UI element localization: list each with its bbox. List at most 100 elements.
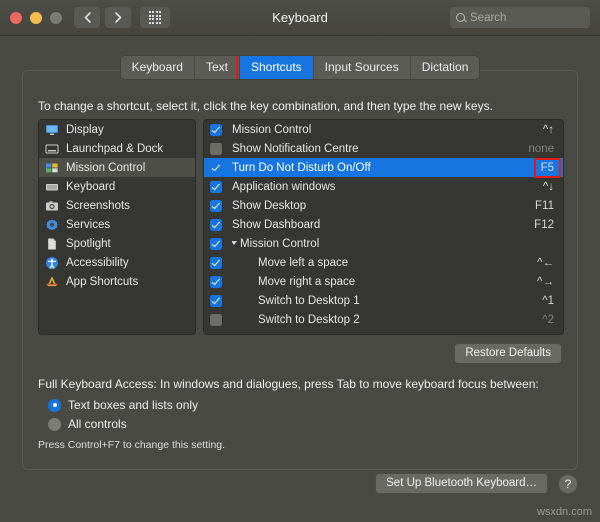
shortcut-group-mission-control[interactable]: Mission Control	[204, 234, 563, 253]
shortcut-row-show-dashboard[interactable]: Show Dashboard F12	[204, 215, 563, 234]
shortcut-label: Move right a space	[258, 275, 356, 288]
shortcut-key[interactable]: F5	[533, 157, 561, 178]
services-gear-icon	[46, 219, 58, 230]
accessibility-icon	[46, 256, 58, 269]
restore-defaults-button[interactable]: Restore Defaults	[454, 343, 562, 364]
radio-all-controls[interactable]: All controls	[48, 417, 127, 431]
instructions-text: To change a shortcut, select it, click t…	[38, 99, 493, 113]
sidebar-item-launchpad-and-dock[interactable]: Launchpad & Dock	[39, 139, 195, 158]
forward-button[interactable]	[105, 7, 131, 28]
shortcut-row-move-right-a-space[interactable]: Move right a space ^→	[204, 272, 563, 291]
shortcut-label: Move left a space	[258, 256, 349, 269]
radio-button[interactable]	[48, 417, 61, 431]
disclosure-triangle-icon[interactable]	[232, 240, 237, 245]
app-shortcuts-icon	[46, 275, 58, 286]
sidebar-item-keyboard[interactable]: Keyboard	[39, 177, 195, 196]
tab-shortcuts[interactable]: Shortcuts	[235, 56, 317, 79]
help-button[interactable]: ?	[558, 473, 578, 494]
shortcut-checkbox[interactable]	[210, 199, 222, 212]
tab-bar: Keyboard Text Shortcuts Input Sources Di…	[0, 56, 600, 79]
tab-keyboard[interactable]: Keyboard	[120, 56, 195, 79]
sidebar-item-label: App Shortcuts	[66, 275, 139, 288]
search-icon	[456, 13, 465, 22]
shortcut-row-show-desktop[interactable]: Show Desktop F11	[204, 196, 563, 215]
sidebar-item-spotlight[interactable]: Spotlight	[39, 234, 195, 253]
watermark: wsxdn.com	[536, 506, 592, 518]
shortcuts-panel: To change a shortcut, select it, click t…	[22, 70, 578, 470]
sidebar-item-label: Screenshots	[66, 199, 130, 212]
sidebar-item-label: Keyboard	[66, 180, 116, 193]
search-field[interactable]	[450, 7, 590, 28]
keyboard-icon	[46, 183, 58, 190]
shortcut-checkbox[interactable]	[210, 218, 222, 231]
shortcut-key[interactable]: F12	[534, 219, 554, 231]
sidebar-item-screenshots[interactable]: Screenshots	[39, 196, 195, 215]
shortcut-row-switch-to-desktop-2[interactable]: Switch to Desktop 2 ^2	[204, 310, 563, 329]
back-button[interactable]	[74, 7, 100, 28]
shortcut-row-switch-to-desktop-1[interactable]: Switch to Desktop 1 ^1	[204, 291, 563, 310]
shortcut-key[interactable]: ^↑	[543, 124, 554, 136]
shortcut-key[interactable]: ^→	[537, 276, 554, 288]
shortcut-label: Switch to Desktop 2	[258, 313, 360, 326]
sidebar-item-display[interactable]: Display	[39, 120, 195, 139]
tab-label: Dictation	[421, 60, 469, 74]
shortcut-checkbox[interactable]	[210, 275, 222, 288]
shortcut-key[interactable]: F11	[535, 200, 554, 212]
shortcut-group-label: Mission Control	[232, 238, 554, 250]
sidebar-item-label: Display	[66, 123, 104, 136]
shortcut-checkbox[interactable]	[210, 256, 222, 269]
grid-icon	[148, 11, 162, 24]
sidebar-item-label: Mission Control	[66, 161, 146, 174]
shortcut-label: Application windows	[232, 180, 336, 193]
tab-input-sources[interactable]: Input Sources	[313, 56, 411, 79]
shortcut-row-mission-control[interactable]: Mission Control ^↑	[204, 120, 563, 139]
search-input[interactable]	[470, 11, 584, 24]
shortcut-checkbox[interactable]	[210, 313, 222, 326]
shortcut-key[interactable]: ^2	[542, 314, 554, 326]
shortcut-key[interactable]: ^↓	[543, 181, 554, 193]
shortcut-row-move-left-a-space[interactable]: Move left a space ^←	[204, 253, 563, 272]
tab-label: Shortcuts	[250, 60, 302, 74]
tabs: Keyboard Text Shortcuts Input Sources Di…	[120, 56, 480, 79]
radio-label: Text boxes and lists only	[68, 398, 199, 412]
sidebar-item-label: Services	[66, 218, 111, 231]
sidebar-item-accessibility[interactable]: Accessibility	[39, 253, 195, 272]
radio-text-boxes-and-lists-only[interactable]: Text boxes and lists only	[48, 398, 198, 412]
shortcut-key[interactable]: ^←	[537, 257, 554, 269]
sidebar-item-app-shortcuts[interactable]: App Shortcuts	[39, 272, 195, 291]
shortcut-row-application-windows[interactable]: Application windows ^↓	[204, 177, 563, 196]
radio-label: All controls	[68, 417, 127, 431]
close-button[interactable]	[10, 11, 22, 24]
sidebar-item-services[interactable]: Services	[39, 215, 195, 234]
chevron-right-icon	[114, 12, 121, 23]
tab-dictation[interactable]: Dictation	[410, 56, 480, 79]
sidebar-item-label: Launchpad & Dock	[66, 142, 164, 155]
tab-label: Input Sources	[324, 60, 399, 74]
set-up-bluetooth-keyboard-button[interactable]: Set Up Bluetooth Keyboard…	[375, 473, 548, 494]
shortcut-checkbox[interactable]	[210, 180, 222, 193]
window-titlebar: Keyboard	[0, 0, 600, 36]
shortcut-checkbox[interactable]	[210, 142, 222, 155]
launchpad-icon	[45, 144, 59, 153]
shortcut-row-show-notification-centre[interactable]: Show Notification Centre none	[204, 139, 563, 158]
tab-text[interactable]: Text	[194, 56, 240, 79]
shortcut-checkbox[interactable]	[210, 161, 222, 174]
radio-button[interactable]	[48, 398, 61, 412]
shortcut-label: Switch to Desktop 1	[258, 294, 360, 307]
footer-buttons: Set Up Bluetooth Keyboard… ?	[375, 473, 578, 494]
shortcut-label: Show Notification Centre	[232, 142, 359, 155]
shortcut-checkbox[interactable]	[210, 237, 222, 250]
sidebar-item-mission-control[interactable]: Mission Control	[39, 158, 195, 177]
shortcut-checkbox[interactable]	[210, 123, 222, 136]
shortcut-key[interactable]: none	[528, 143, 554, 155]
minimize-button[interactable]	[30, 11, 42, 24]
mission-control-icon	[46, 163, 58, 172]
show-all-preferences-button[interactable]	[140, 7, 170, 28]
shortcut-label: Mission Control	[232, 123, 312, 136]
shortcut-list[interactable]: Mission Control ^↑ Show Notification Cen…	[203, 119, 564, 335]
shortcut-row-turn-do-not-disturb-on-off[interactable]: Turn Do Not Disturb On/Off F5	[204, 157, 563, 178]
shortcut-key[interactable]: ^1	[542, 295, 554, 307]
shortcut-checkbox[interactable]	[210, 294, 222, 307]
shortcut-category-list[interactable]: Display Launchpad & Dock Mission Control	[38, 119, 196, 335]
shortcut-label: Show Dashboard	[232, 218, 321, 231]
